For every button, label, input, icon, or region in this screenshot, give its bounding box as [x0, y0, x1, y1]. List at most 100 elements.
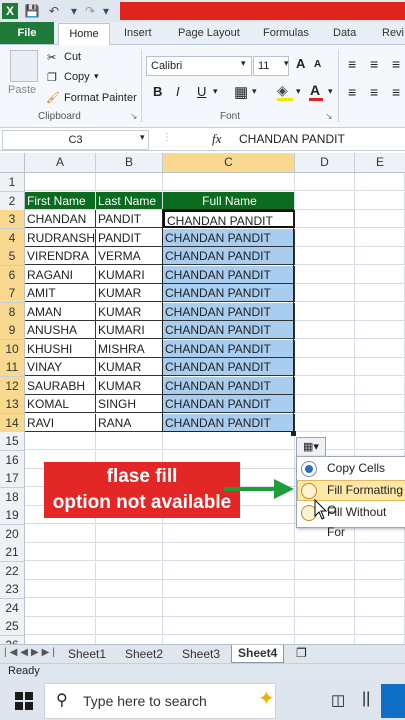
font-launcher-icon[interactable]: ↘ — [325, 111, 333, 122]
align-right-icon[interactable]: ≡ — [392, 84, 400, 100]
tab-data[interactable]: Data — [333, 22, 356, 44]
grid-cell[interactable] — [295, 228, 355, 247]
row-header[interactable]: 3 — [0, 210, 25, 229]
fill-handle[interactable] — [291, 431, 296, 436]
grid-cell[interactable] — [96, 432, 163, 450]
grid-cell[interactable] — [25, 598, 96, 617]
grid-cell[interactable] — [96, 580, 163, 598]
grid-cell[interactable] — [96, 173, 163, 191]
column-header-a[interactable]: A — [25, 153, 96, 172]
column-header-d[interactable]: D — [295, 153, 355, 172]
grid-cell[interactable] — [355, 210, 405, 228]
grid-cell[interactable] — [25, 617, 96, 635]
grid-cell[interactable] — [96, 617, 163, 635]
grid-cell[interactable] — [295, 543, 355, 561]
task-view-icon[interactable]: ◫ — [331, 691, 345, 709]
table-cell-last[interactable]: KUMARI — [96, 321, 163, 339]
radio-fill-formatting[interactable] — [301, 483, 317, 499]
grid-cell[interactable] — [355, 358, 405, 376]
grid-cell[interactable] — [355, 413, 405, 432]
grid-cell[interactable] — [295, 598, 355, 617]
font-color-icon[interactable]: A — [310, 82, 320, 98]
clipboard-launcher-icon[interactable]: ↘ — [130, 111, 138, 122]
grid-cell[interactable] — [295, 302, 355, 321]
row-header[interactable]: 25 — [0, 617, 25, 636]
align-left-icon[interactable]: ≡ — [348, 84, 356, 100]
row-header[interactable]: 8 — [0, 302, 25, 322]
table-header-cell[interactable]: Last Name — [96, 191, 163, 210]
table-cell-last[interactable]: SINGH — [96, 395, 163, 413]
grid-cell[interactable] — [295, 265, 355, 284]
row-header[interactable]: 7 — [0, 284, 25, 303]
grid-cell[interactable] — [355, 561, 405, 580]
grid-cell[interactable] — [355, 302, 405, 321]
grid-cell[interactable] — [355, 580, 405, 598]
table-cell-first[interactable]: RUDRANSH — [25, 228, 96, 247]
paste-button[interactable]: Paste — [8, 84, 36, 96]
grid-cell[interactable] — [163, 598, 295, 617]
row-header[interactable]: 13 — [0, 395, 25, 414]
tab-review[interactable]: Revi — [382, 22, 404, 44]
redo-icon[interactable]: ↷ — [82, 3, 98, 19]
grid-cell[interactable] — [355, 321, 405, 339]
grid-cell[interactable] — [25, 580, 96, 598]
grow-font-icon[interactable]: A — [296, 56, 305, 71]
grid-cell[interactable] — [295, 284, 355, 302]
grid-cell[interactable] — [355, 598, 405, 617]
sheet-tab-2[interactable]: Sheet2 — [119, 646, 169, 662]
grid-cell[interactable] — [355, 617, 405, 635]
worksheet-grid[interactable]: 1 2 First Name Last Name Full Name 3 CHANDAN PA… — [0, 173, 405, 655]
table-cell-first[interactable]: KOMAL — [25, 395, 96, 413]
format-painter-icon[interactable]: 🖌 — [46, 91, 60, 104]
table-cell-first[interactable]: VIRENDRA — [25, 247, 96, 265]
insert-function-button[interactable]: fx — [212, 131, 221, 147]
table-cell-first[interactable]: CHANDAN — [25, 210, 96, 228]
tab-insert[interactable]: Insert — [124, 22, 152, 44]
grid-cell[interactable] — [355, 543, 405, 561]
row-header[interactable]: 19 — [0, 506, 25, 525]
row-header[interactable]: 10 — [0, 339, 25, 359]
grid-cell[interactable] — [25, 543, 96, 561]
row-header[interactable]: 6 — [0, 265, 25, 285]
autofill-options-button[interactable]: ▦▾ — [296, 437, 326, 457]
row-header[interactable]: 15 — [0, 432, 25, 451]
tab-file[interactable]: File — [0, 22, 54, 44]
align-center-icon[interactable]: ≡ — [370, 84, 378, 100]
font-color-dropdown-icon[interactable]: ▾ — [328, 86, 333, 97]
format-painter-button[interactable]: Format Painter — [64, 92, 137, 104]
grid-cell[interactable] — [295, 321, 355, 339]
name-box-dropdown-icon[interactable]: ▾ — [140, 132, 145, 143]
grid-cell[interactable] — [25, 524, 96, 543]
table-cell-last[interactable]: PANDIT — [96, 210, 163, 228]
copy-dropdown-icon[interactable]: ▾ — [94, 71, 99, 82]
table-cell-first[interactable]: AMIT — [25, 284, 96, 302]
table-header-cell[interactable]: First Name — [25, 191, 96, 210]
taskbar-app-icon[interactable]: || — [362, 690, 370, 708]
table-cell-first[interactable]: VINAY — [25, 358, 96, 376]
row-header[interactable]: 17 — [0, 469, 25, 488]
row-header[interactable]: 18 — [0, 487, 25, 507]
row-header[interactable]: 5 — [0, 247, 25, 266]
undo-icon[interactable]: ↶ — [46, 3, 62, 19]
table-cell-last[interactable]: KUMARI — [96, 265, 163, 284]
row-header[interactable]: 14 — [0, 413, 25, 433]
grid-cell[interactable] — [295, 376, 355, 395]
table-cell-last[interactable]: KUMAR — [96, 302, 163, 321]
grid-cell[interactable] — [295, 210, 355, 228]
table-cell-last[interactable]: KUMAR — [96, 358, 163, 376]
undo-dropdown-icon[interactable]: ▾ — [66, 3, 82, 19]
table-cell-last[interactable]: KUMAR — [96, 376, 163, 395]
tab-formulas[interactable]: Formulas — [263, 22, 309, 44]
grid-cell[interactable] — [295, 358, 355, 376]
borders-icon[interactable]: ▦ — [234, 83, 248, 101]
table-cell-first[interactable]: ANUSHA — [25, 321, 96, 339]
font-family-box[interactable]: Calibri — [146, 56, 252, 76]
save-icon[interactable]: 💾 — [24, 3, 40, 19]
customize-quick-access-icon[interactable]: ▾ — [98, 3, 114, 19]
column-header-c[interactable]: C — [163, 153, 295, 172]
row-header[interactable]: 21 — [0, 543, 25, 562]
cut-icon[interactable]: ✂ — [47, 51, 56, 64]
row-header[interactable]: 4 — [0, 228, 25, 248]
grid-cell[interactable] — [96, 543, 163, 561]
grid-cell[interactable] — [163, 543, 295, 561]
